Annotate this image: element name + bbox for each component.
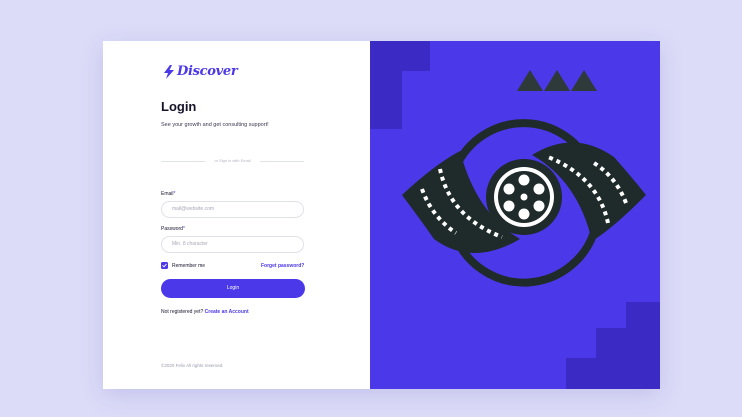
page-title: Login — [161, 99, 197, 114]
remember-me[interactable]: Remember me — [161, 262, 205, 269]
check-icon — [162, 263, 167, 268]
divider: or Sign in with Email — [161, 158, 304, 164]
register-text: Not registered yet? — [161, 309, 204, 315]
lightning-bolt-icon — [164, 64, 174, 79]
mountains-decoration — [517, 70, 597, 91]
password-label: Password* — [161, 226, 185, 232]
footer-copyright: ©2020 Felix All rights reserved. — [161, 363, 224, 368]
create-account-link[interactable]: Create an Account — [205, 309, 249, 315]
login-button[interactable]: Login — [161, 279, 305, 298]
brand-logo[interactable]: Discover — [163, 64, 238, 79]
corner-decoration-bottom — [566, 302, 660, 389]
remember-checkbox[interactable] — [161, 262, 168, 269]
email-field[interactable]: mail@website.com — [161, 201, 304, 218]
illustration-panel — [370, 41, 660, 389]
register-prompt: Not registered yet? Create an Account — [161, 309, 249, 315]
email-label: Email* — [161, 191, 176, 197]
divider-line — [260, 161, 304, 162]
remember-label: Remember me — [172, 262, 206, 269]
page-subtitle: See your growth and get consulting suppo… — [161, 122, 269, 128]
login-card: Discover Login See your growth and get c… — [103, 41, 660, 389]
brand-name: Discover — [177, 64, 238, 79]
login-panel: Discover Login See your growth and get c… — [103, 41, 370, 389]
film-reel-eye-icon — [402, 119, 646, 287]
forgot-password-link[interactable]: Forget password? — [261, 263, 304, 269]
password-field[interactable]: Min. 8 character — [161, 236, 304, 253]
